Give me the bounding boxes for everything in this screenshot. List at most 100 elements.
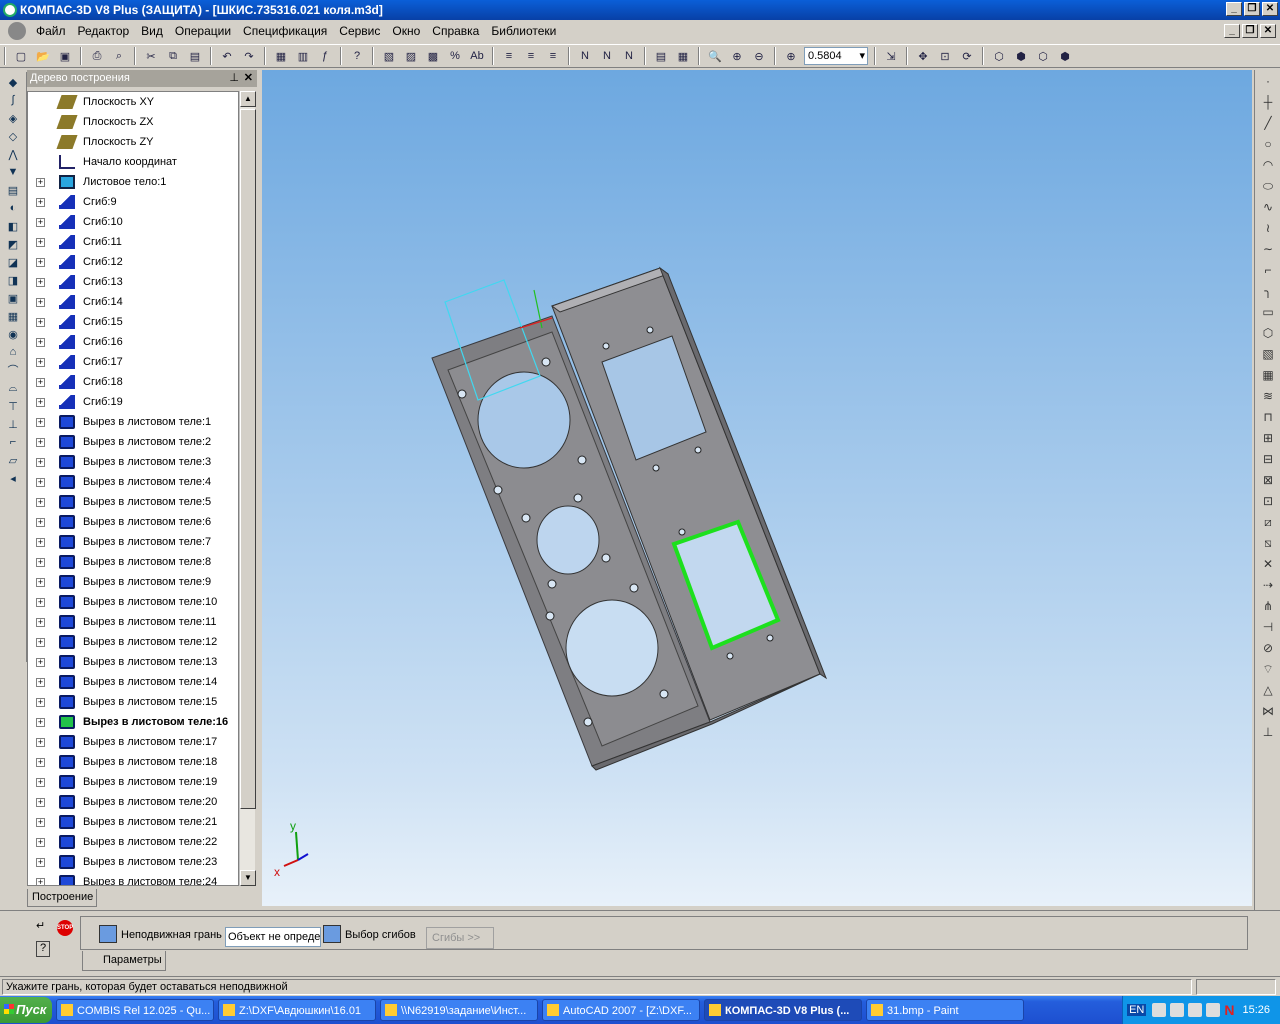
menu-view[interactable]: Вид	[135, 24, 169, 38]
position-n1-icon[interactable]: N	[575, 46, 595, 66]
tree-item[interactable]: + Вырез в листовом теле:16	[28, 712, 238, 732]
tool-flange-icon[interactable]: ◨	[3, 272, 23, 288]
tree-item[interactable]: + Вырез в листовом теле:7	[28, 532, 238, 552]
tree-item[interactable]: + Сгиб:11	[28, 232, 238, 252]
tray-antivirus-icon[interactable]	[1152, 1003, 1167, 1017]
expand-icon[interactable]: +	[36, 177, 45, 187]
expand-icon[interactable]: +	[36, 877, 45, 885]
tree-item[interactable]: + Сгиб:16	[28, 332, 238, 352]
expand-icon[interactable]: +	[36, 857, 45, 867]
menu-service[interactable]: Сервис	[333, 24, 386, 38]
doc-restore-button[interactable]: ❐	[1242, 24, 1258, 38]
edit-4-icon[interactable]: ⊡	[1258, 491, 1278, 511]
expand-icon[interactable]: +	[36, 697, 45, 707]
expand-icon[interactable]: +	[36, 777, 45, 787]
fill-icon[interactable]: ▦	[1258, 365, 1278, 385]
undo-icon[interactable]: ↶	[217, 46, 237, 66]
nurbs-icon[interactable]: ≀	[1258, 218, 1278, 238]
expand-icon[interactable]: +	[36, 357, 45, 367]
tree-item[interactable]: + Вырез в листовом теле:20	[28, 792, 238, 812]
hole-medium[interactable]	[536, 505, 600, 575]
hidden-lines-icon[interactable]: ⬢	[1011, 46, 1031, 66]
expand-icon[interactable]: +	[36, 597, 45, 607]
fillet-icon[interactable]: ╮	[1258, 281, 1278, 301]
expand-icon[interactable]: +	[36, 477, 45, 487]
small-hole[interactable]	[545, 611, 555, 621]
tray-n-icon[interactable]: N	[1224, 1002, 1234, 1018]
stop-icon[interactable]: STOP	[57, 920, 73, 936]
tree-item[interactable]: + Вырез в листовом теле:8	[28, 552, 238, 572]
small-hole[interactable]	[659, 689, 669, 699]
tool-sketch-icon[interactable]: ∫	[3, 92, 23, 108]
close-button[interactable]: ✕	[1262, 2, 1278, 16]
spline-icon[interactable]: ∼	[1258, 239, 1278, 259]
expand-icon[interactable]: +	[36, 577, 45, 587]
language-indicator[interactable]: EN	[1127, 1004, 1147, 1016]
tool-rebend-icon[interactable]: ⌒	[3, 362, 23, 378]
small-hole[interactable]	[652, 464, 660, 472]
tree-item[interactable]: + Вырез в листовом теле:12	[28, 632, 238, 652]
expand-icon[interactable]: +	[36, 317, 45, 327]
tree-item[interactable]: + Сгиб:18	[28, 372, 238, 392]
expand-icon[interactable]: +	[36, 617, 45, 627]
wireframe-icon[interactable]: ⬡	[989, 46, 1009, 66]
menu-help[interactable]: Справка	[426, 24, 485, 38]
minimize-button[interactable]: _	[1226, 2, 1242, 16]
expand-icon[interactable]: +	[36, 277, 45, 287]
tray-volume-icon[interactable]	[1206, 1003, 1221, 1017]
help-pointer-icon[interactable]: ?	[347, 46, 367, 66]
menu-libraries[interactable]: Библиотеки	[485, 24, 562, 38]
properties-icon[interactable]: ▨	[401, 46, 421, 66]
tool-more-icon[interactable]: ◂	[3, 470, 23, 486]
scroll-down-icon[interactable]: ▼	[240, 870, 256, 886]
small-hole[interactable]	[629, 583, 639, 593]
tree-item[interactable]: + Вырез в листовом теле:10	[28, 592, 238, 612]
point-icon[interactable]: ·	[1258, 71, 1278, 91]
tree-item[interactable]: Плоскость ZX	[28, 112, 238, 132]
zoom-window-icon[interactable]: 🔍	[705, 46, 725, 66]
expand-icon[interactable]: +	[36, 537, 45, 547]
menu-editor[interactable]: Редактор	[72, 24, 136, 38]
tree-item[interactable]: + Вырез в листовом теле:4	[28, 472, 238, 492]
hole-large-top[interactable]	[477, 371, 571, 469]
expand-icon[interactable]: +	[36, 817, 45, 827]
thin-lines-icon[interactable]: ⬡	[1033, 46, 1053, 66]
param-4-icon[interactable]: ⌔	[1258, 659, 1278, 679]
expand-icon[interactable]: +	[36, 797, 45, 807]
position-n2-icon[interactable]: N	[597, 46, 617, 66]
paste-icon[interactable]: ▤	[185, 46, 205, 66]
small-hole[interactable]	[493, 485, 503, 495]
edit-2-icon[interactable]: ⊟	[1258, 449, 1278, 469]
arc-icon[interactable]: ◠	[1258, 155, 1278, 175]
tree-item[interactable]: + Листовое тело:1	[28, 172, 238, 192]
tree-item[interactable]: + Вырез в листовом теле:19	[28, 772, 238, 792]
save-icon[interactable]: ▣	[55, 46, 75, 66]
hatch-fill-icon[interactable]: ▧	[1258, 344, 1278, 364]
tree-close-icon[interactable]: ✕	[244, 70, 253, 87]
rotate-icon[interactable]: ⟳	[957, 46, 977, 66]
orientation-icon[interactable]: ⇲	[881, 46, 901, 66]
edit-8-icon[interactable]: ⇢	[1258, 575, 1278, 595]
layers-icon[interactable]: ▧	[379, 46, 399, 66]
tool-bend2-icon[interactable]: ◪	[3, 254, 23, 270]
small-hole[interactable]	[601, 553, 611, 563]
expand-icon[interactable]: +	[36, 557, 45, 567]
tree-item[interactable]: + Вырез в листовом теле:9	[28, 572, 238, 592]
expand-icon[interactable]: +	[36, 337, 45, 347]
doc-close-button[interactable]: ✕	[1260, 24, 1276, 38]
tree-item[interactable]: Начало координат	[28, 152, 238, 172]
expand-icon[interactable]: +	[36, 217, 45, 227]
small-hole[interactable]	[583, 717, 593, 727]
bend-select-label[interactable]: Выбор сгибов	[345, 929, 416, 941]
edit-7-icon[interactable]: ✕	[1258, 554, 1278, 574]
small-hole[interactable]	[766, 634, 774, 642]
tree-item[interactable]: + Вырез в листовом теле:22	[28, 832, 238, 852]
tool-jog-icon[interactable]: ⊥	[3, 416, 23, 432]
variables-icon[interactable]: ▥	[293, 46, 313, 66]
aux-line-icon[interactable]: ┼	[1258, 92, 1278, 112]
param-7-icon[interactable]: ⊥	[1258, 722, 1278, 742]
param-6-icon[interactable]: ⋈	[1258, 701, 1278, 721]
shaded-icon[interactable]: ⬢	[1055, 46, 1075, 66]
tool-closing-icon[interactable]: ⌓	[3, 380, 23, 396]
cut-icon[interactable]: ✂	[141, 46, 161, 66]
